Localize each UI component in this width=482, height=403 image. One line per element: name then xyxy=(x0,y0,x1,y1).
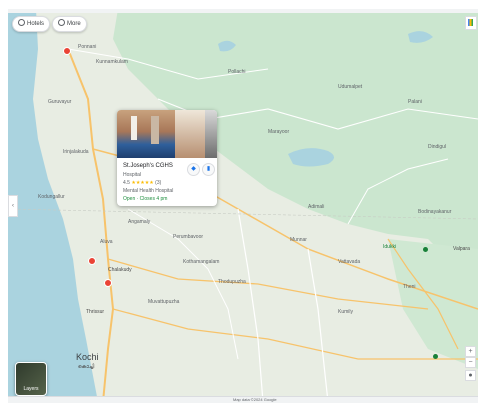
town-label: Adimali xyxy=(308,204,325,210)
collapse-side-panel-button[interactable]: ‹ xyxy=(8,195,18,217)
directions-icon[interactable]: ◆ xyxy=(187,163,200,176)
hotels-label: Hotels xyxy=(27,21,45,27)
town-label: Kumily xyxy=(338,309,354,315)
top-edge xyxy=(8,9,478,13)
town-label: Munnar xyxy=(290,237,307,243)
map-layer xyxy=(8,9,478,402)
map-pin[interactable] xyxy=(104,279,112,287)
layers-label: Layers xyxy=(23,386,39,392)
place-card[interactable]: St.Joseph's CGHS Hospital 4.5 ★★★★★ (3) … xyxy=(117,110,217,206)
map-pin[interactable] xyxy=(63,47,71,55)
town-label-valpara: Valpara xyxy=(453,246,470,252)
town-label: Kunnamkulam xyxy=(96,59,128,65)
town-label: Dindigul xyxy=(428,144,447,150)
place-category: Hospital xyxy=(123,172,142,178)
town-label: Angamaly xyxy=(128,219,151,225)
town-label: Perumbavoor xyxy=(173,234,204,240)
place-rating: 4.5 ★★★★★ (3) xyxy=(123,180,161,186)
google-apps-icon[interactable] xyxy=(465,16,477,30)
more-label: More xyxy=(67,21,81,27)
town-label: Udumalpet xyxy=(338,84,363,90)
map-footer: Map data ©2024 Google xyxy=(8,396,478,403)
town-label: Aluva xyxy=(100,239,113,245)
town-label: Marayoor xyxy=(268,129,290,135)
map-pin[interactable] xyxy=(88,257,96,265)
town-label: Pollachi xyxy=(228,69,246,75)
park-label-idukki: Idukki xyxy=(383,244,397,250)
town-label-thrissur: Thrissur xyxy=(86,309,105,315)
place-photo-2[interactable] xyxy=(175,110,205,158)
town-label: Vattavada xyxy=(338,259,361,265)
zoom-out-button[interactable]: − xyxy=(465,357,476,368)
town-label: Irinjalakuda xyxy=(63,149,89,155)
park-marker[interactable] xyxy=(433,354,438,359)
town-label: Ponnani xyxy=(78,44,97,50)
town-label-chalakudy: Chalakudy xyxy=(108,267,132,273)
place-hours: Open · Closes 4 pm xyxy=(123,196,168,202)
map-app: Kochi കൊച്ചി Valpara Thrissur Chalakudy … xyxy=(0,0,482,403)
rating-value: 4.5 xyxy=(123,180,130,186)
town-label: Thodupuzha xyxy=(218,279,246,285)
town-label: Kothamangalam xyxy=(183,259,220,265)
hotel-icon xyxy=(18,19,25,26)
map-canvas[interactable]: Kochi കൊച്ചി Valpara Thrissur Chalakudy … xyxy=(8,9,478,402)
layers-button[interactable]: Layers xyxy=(15,362,47,396)
town-label: Bodinayakanur xyxy=(418,209,452,215)
pegman-icon[interactable]: ● xyxy=(465,370,476,381)
place-photo-3[interactable] xyxy=(205,110,217,158)
town-label: Guruvayur xyxy=(48,99,72,105)
place-type: Mental Health Hospital xyxy=(123,188,174,194)
place-name[interactable]: St.Joseph's CGHS xyxy=(123,163,173,169)
more-chip[interactable]: More xyxy=(52,16,87,32)
town-label: Muvattupuzha xyxy=(148,299,180,305)
town-label: Theni xyxy=(403,284,416,290)
zoom-in-button[interactable]: + xyxy=(465,346,476,357)
star-icon: ★★★★★ xyxy=(131,180,154,186)
city-label-kochi: Kochi xyxy=(76,352,99,362)
review-count: (3) xyxy=(155,180,162,186)
save-icon[interactable]: ▮ xyxy=(202,163,215,176)
city-label-kochi-local: കൊച്ചി xyxy=(78,364,95,370)
town-label: Kodungallur xyxy=(38,194,65,200)
park-marker[interactable] xyxy=(423,247,428,252)
place-photo-main[interactable] xyxy=(117,110,175,158)
map-attribution: Map data ©2024 Google xyxy=(233,397,277,402)
town-label: Palani xyxy=(408,99,422,105)
place-photos[interactable] xyxy=(117,110,217,158)
more-icon xyxy=(58,19,65,26)
hotels-chip[interactable]: Hotels xyxy=(12,16,51,32)
